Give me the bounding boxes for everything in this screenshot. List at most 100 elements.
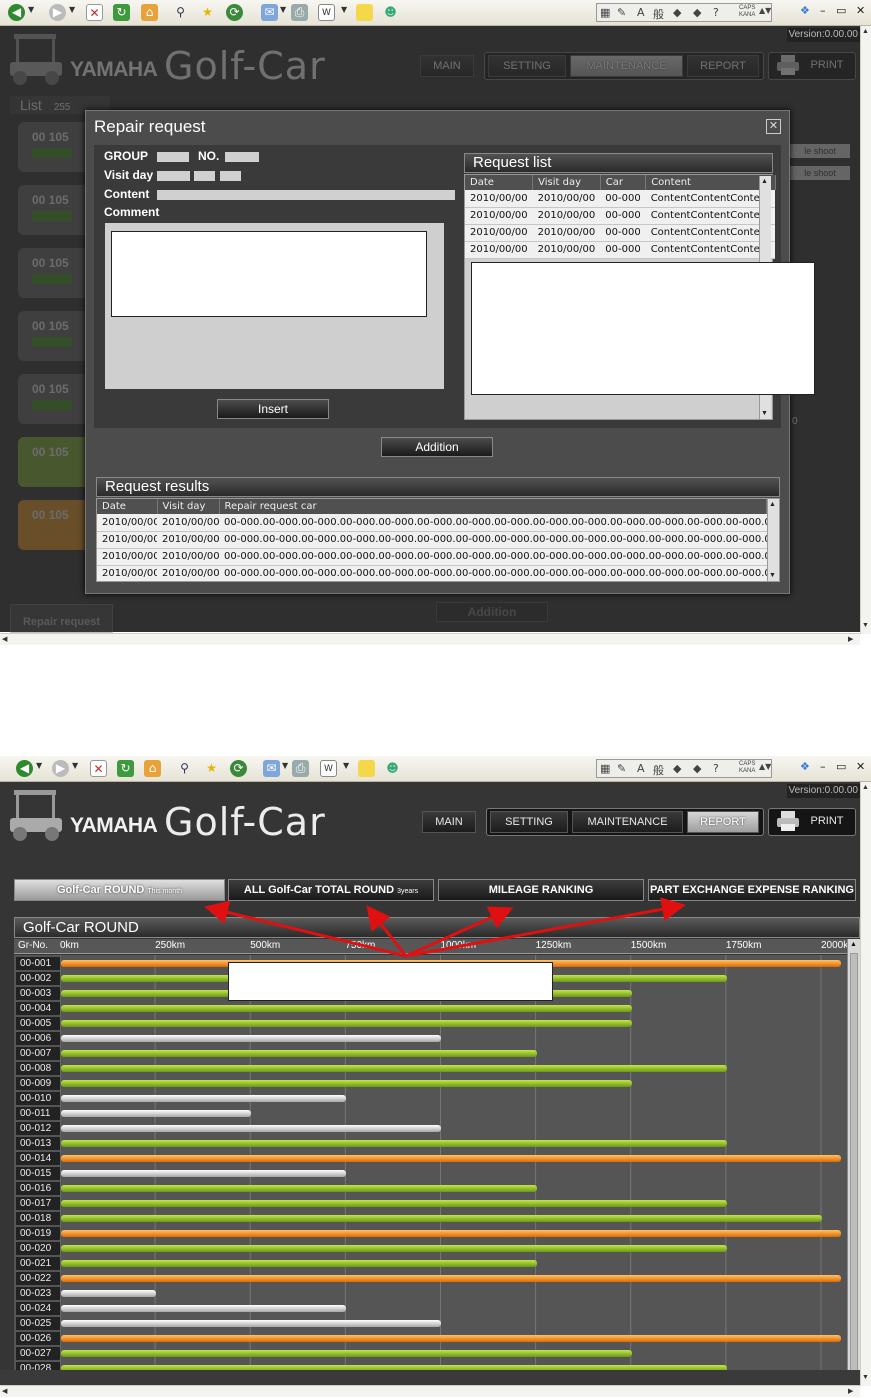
scroll-down-icon[interactable]: ▼	[862, 622, 869, 629]
bar[interactable]	[61, 1290, 157, 1297]
close-icon[interactable]: ✕	[856, 4, 865, 17]
content-field[interactable]	[157, 190, 455, 200]
stop-icon[interactable]: ✕	[86, 4, 103, 21]
restore-icon[interactable]: ▭	[836, 4, 846, 17]
scroll-up-icon[interactable]: ▲	[761, 178, 768, 185]
table-row[interactable]: 2010/00/00 2010/00/00 00-000.00-000.00-000…	[97, 548, 767, 566]
favorites-icon[interactable]: ★	[199, 4, 216, 21]
table-row[interactable]: 2010/00/00 2010/00/00 00-000.00-000.00-000…	[97, 514, 767, 532]
tab-part-exchange-ranking[interactable]: PART EXCHANGE EXPENSE RANKING	[648, 879, 856, 901]
bar[interactable]	[61, 1320, 442, 1327]
bar[interactable]	[61, 1065, 727, 1072]
scroll-up-icon[interactable]: ▲	[862, 28, 869, 35]
bar[interactable]	[61, 1305, 347, 1312]
nav-report-button[interactable]: REPORT	[687, 55, 759, 77]
dropdown-icon[interactable]: ▼	[28, 5, 34, 14]
nav-main-button[interactable]: MAIN	[420, 55, 474, 77]
page-horizontal-scrollbar[interactable]: ◀ ▶	[0, 1385, 860, 1397]
page-horizontal-scrollbar[interactable]: ◀ ▶	[0, 633, 860, 645]
discuss-icon[interactable]	[356, 4, 373, 21]
bar[interactable]	[61, 1275, 841, 1282]
search-icon[interactable]: ⚲	[172, 4, 189, 21]
scroll-thumb[interactable]	[850, 953, 858, 1373]
bar[interactable]	[61, 1080, 632, 1087]
tool-icon[interactable]: ◆	[673, 6, 681, 19]
table-row[interactable]: 2010/00/00 2010/00/00 00-000.00-000.00-000…	[97, 531, 767, 549]
bar[interactable]	[61, 1350, 632, 1357]
col-date[interactable]: Date	[97, 499, 158, 514]
nav-main-button[interactable]: MAIN	[422, 811, 476, 833]
edit-icon[interactable]: W	[318, 4, 335, 21]
tool-icon[interactable]: ◆	[673, 762, 681, 775]
back-icon[interactable]: ◀	[8, 4, 25, 21]
printer-icon[interactable]	[776, 54, 800, 76]
visit-day-field[interactable]	[220, 171, 241, 181]
car-card[interactable]: 00 105	[18, 122, 93, 172]
stop-icon[interactable]: ✕	[90, 760, 107, 777]
col-visit-day[interactable]: Visit day	[532, 175, 601, 190]
comment-textarea[interactable]	[105, 223, 444, 389]
forward-icon[interactable]: ▶	[52, 760, 69, 777]
col-repair-car[interactable]: Repair request car	[219, 499, 767, 514]
back-icon[interactable]: ◀	[16, 760, 33, 777]
restore-icon[interactable]: ▭	[836, 760, 846, 773]
scroll-up-icon[interactable]: ▲	[850, 941, 857, 948]
print-icon[interactable]: ⎙	[292, 760, 309, 777]
scroll-left-icon[interactable]: ◀	[2, 1387, 7, 1395]
bar[interactable]	[61, 1200, 727, 1207]
scroll-right-icon[interactable]: ▶	[848, 1387, 853, 1395]
dropdown-icon[interactable]: ▼	[280, 5, 286, 14]
dropdown-icon[interactable]: ▼	[282, 761, 288, 770]
bar[interactable]	[61, 1140, 727, 1147]
print-button[interactable]: PRINT	[802, 55, 852, 77]
scroll-left-icon[interactable]: ◀	[2, 635, 7, 643]
nav-maintenance-button[interactable]: MAINTENANCE	[572, 811, 683, 833]
bar[interactable]	[61, 1230, 841, 1237]
shoot-button[interactable]: le shoot	[790, 144, 850, 158]
car-card[interactable]: 00 105	[18, 185, 93, 235]
tab-mileage-ranking[interactable]: MILEAGE RANKING	[438, 879, 644, 901]
minimize-icon[interactable]: –	[820, 760, 826, 773]
history-icon[interactable]: ⟳	[230, 760, 247, 777]
col-car[interactable]: Car	[600, 175, 647, 190]
dropdown-icon[interactable]: ▲▼	[759, 762, 771, 771]
addition-button-background[interactable]: Addition	[436, 602, 548, 622]
dropdown-icon[interactable]: ▼	[341, 5, 347, 14]
request-results-scrollbar[interactable]: ▲ ▼	[767, 499, 779, 581]
bar[interactable]	[61, 1155, 841, 1162]
table-row[interactable]: 2010/00/00 2010/00/00 00-000 ContentContent…	[465, 224, 776, 242]
bar[interactable]	[61, 1095, 347, 1102]
page-vertical-scrollbar[interactable]: ▲ ▼	[860, 782, 871, 1386]
edit-icon[interactable]: W	[320, 760, 337, 777]
dropdown-icon[interactable]: ▼	[343, 761, 349, 770]
close-icon[interactable]: ✕	[856, 760, 865, 773]
bar[interactable]	[61, 1035, 442, 1042]
messenger-icon[interactable]: ☻	[382, 4, 399, 21]
keyboard-icon[interactable]: ▦	[600, 762, 610, 775]
table-row[interactable]: 2010/00/00 2010/00/00 00-000 ContentContent…	[465, 241, 776, 259]
car-card[interactable]: 00 105	[18, 248, 93, 298]
tab-golf-car-round[interactable]: Golf-Car ROUND This month	[14, 879, 225, 901]
close-icon[interactable]: ✕	[766, 119, 781, 134]
dropdown-icon[interactable]: ▲▼	[759, 6, 771, 15]
search-icon[interactable]: ⚲	[176, 760, 193, 777]
scroll-down-icon[interactable]: ▼	[862, 1374, 869, 1381]
printer-icon[interactable]	[776, 810, 800, 832]
discuss-icon[interactable]	[358, 760, 375, 777]
bar[interactable]	[61, 1245, 727, 1252]
dropdown-icon[interactable]: ▼	[36, 761, 42, 770]
visit-month-field[interactable]	[194, 171, 215, 181]
refresh-icon[interactable]: ↻	[113, 4, 130, 21]
scroll-up-icon[interactable]: ▲	[769, 501, 776, 508]
ime-icon[interactable]: ✎	[617, 6, 626, 19]
insert-button[interactable]: Insert	[217, 399, 329, 419]
print-icon[interactable]: ⎙	[291, 4, 308, 21]
car-card[interactable]: 00 105	[18, 311, 93, 361]
no-field[interactable]	[225, 152, 259, 162]
minimize-icon[interactable]: –	[820, 4, 826, 17]
visit-year-field[interactable]	[157, 171, 190, 181]
messenger-icon[interactable]: ☻	[384, 760, 401, 777]
nav-setting-button[interactable]: SETTING	[490, 811, 568, 833]
ime-kana-icon[interactable]: 般	[653, 762, 664, 778]
scroll-up-icon[interactable]: ▲	[862, 784, 869, 791]
